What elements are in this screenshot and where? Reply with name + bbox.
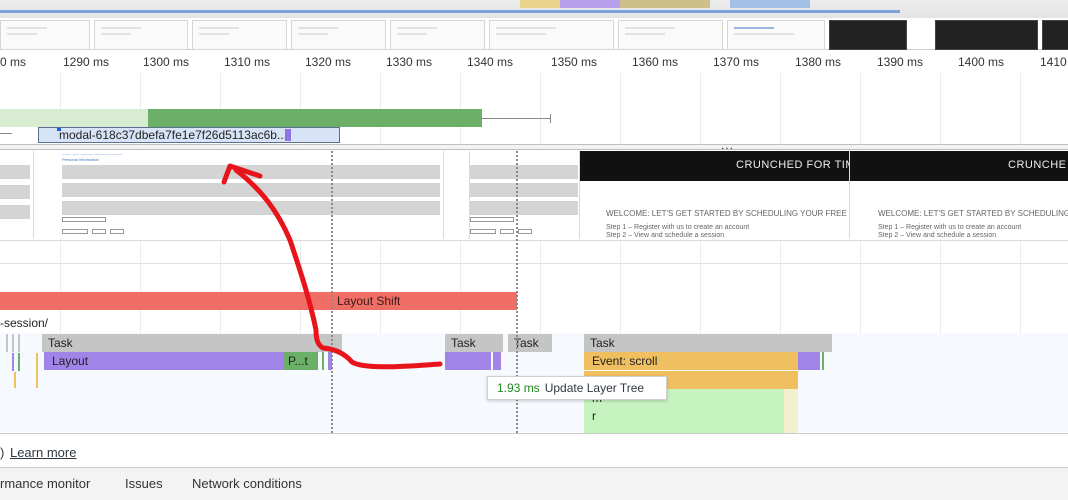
layout-event-label: Layout <box>52 354 89 368</box>
ruler-tick: 1340 ms <box>467 55 514 69</box>
ruler-tick: 1350 ms <box>551 55 598 69</box>
network-request-whisker <box>482 118 550 119</box>
script-event[interactable] <box>584 425 784 433</box>
frame-step-text: Step 2 – View and schedule a session <box>878 232 997 239</box>
frame-marker-line <box>331 151 333 433</box>
tooltip-duration: 1.93 ms <box>497 381 540 395</box>
layout-event[interactable] <box>445 352 491 370</box>
filmstrip-thumbnail[interactable] <box>390 20 485 50</box>
network-request-label: modal-618c37dbefa7fe1e7f26d5113ac6b... <box>59 128 287 142</box>
main-thread-url: -session/ <box>0 316 49 330</box>
frame-step-text: Step 1 – Register with us to create an a… <box>878 224 1022 231</box>
event-tooltip: 1.93 ms Update Layer Tree <box>487 376 667 400</box>
script-event[interactable]: r <box>584 407 784 425</box>
network-request-modal[interactable]: modal-618c37dbefa7fe1e7f26d5113ac6b... <box>38 127 340 143</box>
network-request-bar[interactable] <box>148 109 482 127</box>
performance-panel: 0 ms 1290 ms 1300 ms 1310 ms 1320 ms 133… <box>0 0 1068 500</box>
event-scroll-label: Event: scroll <box>592 354 658 368</box>
ruler-tick: 1320 ms <box>305 55 352 69</box>
ruler-tick: 1400 ms <box>958 55 1005 69</box>
layout-event[interactable]: Layout <box>44 352 286 370</box>
task-label: Task <box>451 336 476 350</box>
ruler-tick: 1370 ms <box>713 55 760 69</box>
network-request-wait[interactable] <box>0 109 148 127</box>
frames-track[interactable]: —— —— ——— ———— ——— Personal Information … <box>0 151 1068 241</box>
personal-info-label: Personal Information <box>62 157 99 162</box>
filmstrip-thumbnail[interactable] <box>0 20 90 50</box>
event-scroll[interactable]: Event: scroll <box>584 352 798 370</box>
filmstrip-thumbnail[interactable] <box>192 20 287 50</box>
overview-activity-segment <box>560 0 620 8</box>
frame-header-text: CRUNCHE <box>1008 159 1067 171</box>
network-request-whisker-end <box>550 114 551 123</box>
layout-shift-bar[interactable]: Layout Shift <box>0 292 517 310</box>
ruler-tick: 1410 <box>1040 55 1067 69</box>
task-block[interactable]: Task <box>584 334 832 352</box>
tab-performance-monitor[interactable]: rmance monitor <box>0 476 90 491</box>
ruler-tick: 1390 ms <box>877 55 924 69</box>
ruler-tick: 1360 ms <box>632 55 679 69</box>
frame-screenshot[interactable] <box>444 151 470 239</box>
frame-screenshot[interactable]: CRUNCHE WELCOME: LET'S GET STARTED BY SC… <box>850 151 1068 239</box>
frame-step-text: Step 2 – View and schedule a session <box>606 232 725 239</box>
paint-event-label: P...t <box>288 354 308 368</box>
timeline-overview[interactable] <box>0 0 1068 50</box>
task-label: Task <box>590 336 615 350</box>
filmstrip-thumbnail[interactable] <box>727 20 825 50</box>
frame-screenshot[interactable]: CRUNCHED FOR TIM WELCOME: LET'S GET STAR… <box>580 151 850 239</box>
frame-screenshot[interactable] <box>470 151 580 239</box>
frame-step-text: Step 1 – Register with us to create an a… <box>606 224 750 231</box>
overview-activity-segment <box>730 0 810 8</box>
ruler-tick: 1290 ms <box>63 55 110 69</box>
layout-event[interactable] <box>798 352 820 370</box>
filmstrip-thumbnail[interactable] <box>489 20 614 50</box>
ruler-tick: 1380 ms <box>795 55 842 69</box>
frame-header-text: CRUNCHED FOR TIM <box>736 159 850 171</box>
overview-activity-segment <box>620 0 710 8</box>
ruler-tick: 1330 ms <box>386 55 433 69</box>
filmstrip-thumbnail[interactable] <box>94 20 188 50</box>
request-end-marker <box>285 129 291 141</box>
ruler-tick: 1300 ms <box>143 55 190 69</box>
tab-issues[interactable]: Issues <box>125 476 163 491</box>
script-event-label: r <box>592 409 596 423</box>
task-block[interactable]: Task <box>445 334 503 352</box>
overview-activity-segment <box>520 0 560 8</box>
panel-divider <box>0 433 1068 434</box>
filmstrip-thumbnail[interactable] <box>618 20 723 50</box>
ruler-tick: 0 ms <box>0 55 27 69</box>
frame-welcome-text: WELCOME: LET'S GET STARTED BY SCHEDULING… <box>878 209 1068 218</box>
request-start-marker <box>57 128 61 131</box>
tooltip-label: Update Layer Tree <box>544 381 645 395</box>
task-block[interactable]: Task <box>508 334 552 352</box>
frame-screenshot[interactable]: —— —— ——— ———— ——— Personal Information <box>34 151 444 239</box>
splitter-handle-dots[interactable]: ... <box>721 138 734 152</box>
filmstrip-thumbnail[interactable] <box>291 20 386 50</box>
time-ruler[interactable]: 0 ms 1290 ms 1300 ms 1310 ms 1320 ms 133… <box>0 51 1068 73</box>
network-request-whisker <box>0 133 12 134</box>
drawer-tab-bar: rmance monitor Issues Network conditions <box>0 467 1068 500</box>
track-divider <box>0 263 1068 264</box>
task-label: Task <box>48 336 73 350</box>
task-block[interactable]: Task <box>42 334 342 352</box>
learn-more-prefix: ) <box>0 445 5 460</box>
frame-welcome-text: WELCOME: LET'S GET STARTED BY SCHEDULING… <box>606 209 850 218</box>
filmstrip-thumbnail[interactable] <box>935 20 1038 50</box>
ruler-tick: 1310 ms <box>224 55 271 69</box>
filmstrip-thumbnail[interactable] <box>829 20 907 50</box>
tab-network-conditions[interactable]: Network conditions <box>192 476 302 491</box>
learn-more-link[interactable]: Learn more <box>10 445 76 460</box>
paint-event[interactable]: P...t <box>284 352 318 370</box>
filmstrip-thumbnail[interactable] <box>1042 20 1068 50</box>
panel-splitter[interactable] <box>0 144 1068 150</box>
idle-segment <box>784 389 798 433</box>
overview-network-line <box>0 10 900 13</box>
layout-shift-label: Layout Shift <box>337 294 401 308</box>
learn-more-row: ) Learn more <box>0 445 76 460</box>
frame-screenshot[interactable] <box>0 151 34 239</box>
